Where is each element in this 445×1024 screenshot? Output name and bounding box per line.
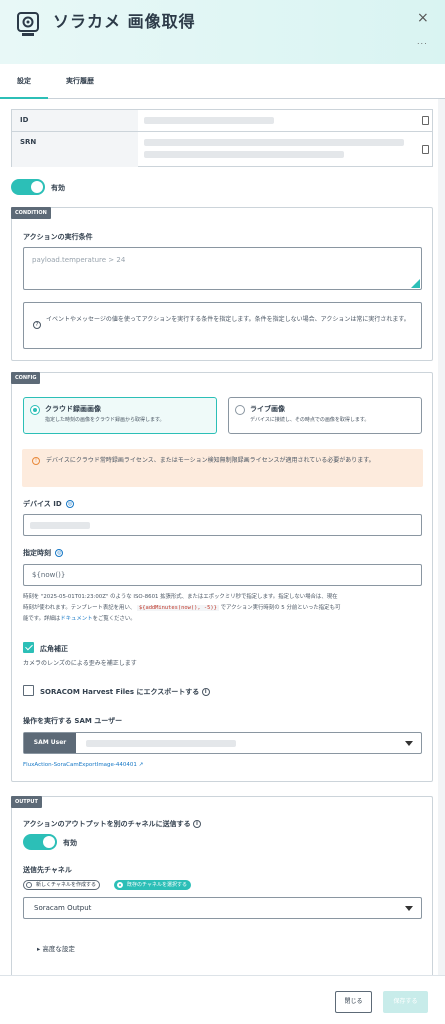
srn-label: SRN [12,132,138,167]
condition-help-box: ? イベントやメッセージの値を使ってアクションを実行する条件を指定します。条件を… [23,302,422,349]
sora-cam-icon[interactable]: ◎ [66,500,75,508]
sam-user-link[interactable]: FluxAction-SoraCamExportImage-440401 ↗ [23,762,143,768]
enabled-toggle[interactable] [11,179,45,195]
camera-icon [17,12,39,36]
info-icon[interactable]: i [201,688,210,696]
new-channel-radio [26,882,32,888]
condition-placeholder: payload.temperature > 24 [32,256,126,264]
close-button[interactable]: 閉じる [335,991,372,1013]
template-code: ${addMinutes(now(), -5)} [136,605,219,611]
new-channel-option[interactable]: 新しくチャネルを作成する [23,880,100,890]
id-label: ID [12,110,138,131]
sam-user-prefix: SAM User [24,733,76,753]
time-value: ${now()} [32,571,66,579]
external-link-icon: ↗ [138,762,144,768]
dialog-footer: 閉じる 保存する [0,975,445,1024]
time-help: 時刻を "2025-05-01T01:23:00Z" のような ISO-8601… [23,594,341,622]
srn-value [138,132,418,167]
save-button[interactable]: 保存する [383,991,428,1013]
chevron-down-icon [405,906,413,911]
wide-angle-desc: カメラのレンズのによる歪みを補正します [23,660,137,667]
condition-tag: CONDITION [11,207,51,219]
sam-user-select[interactable]: SAM User [23,732,422,754]
existing-channel-radio [117,882,123,888]
config-tag: CONFIG [11,372,41,384]
channel-label: 送信先チャネル [23,866,72,874]
cloud-desc: 指定した時刻の画像をクラウド録画から取得します。 [45,417,165,423]
output-enabled-label: 有効 [63,839,77,847]
id-value [138,110,418,131]
tab-history[interactable]: 実行履歴 [48,64,112,99]
chevron-down-icon [405,741,413,746]
wide-angle-checkbox[interactable] [23,642,34,653]
harvest-export-checkbox[interactable] [23,685,34,696]
channel-select[interactable]: Soracam Output [23,897,422,919]
chevron-right-icon: ▸ [37,945,41,953]
condition-textarea[interactable]: payload.temperature > 24 [23,247,422,290]
cloud-image-option[interactable]: クラウド録画画像 指定した時刻の画像をクラウド録画から取得します。 [23,397,217,434]
copy-srn-icon[interactable] [422,145,429,154]
live-desc: デバイスに接続し、その時点での画像を取得します。 [250,417,370,423]
license-warning: ! デバイスにクラウド常時録画ライセンス、またはモーション検知無制限録画ライセン… [22,449,423,487]
warning-text: デバイスにクラウド常時録画ライセンス、またはモーション検知無制限録画ライセンスが… [46,457,375,464]
condition-section: CONDITION アクションの実行条件 payload.temperature… [11,207,433,361]
dialog-title: ソラカメ 画像取得 [53,12,196,31]
tab-bar: 設定 実行履歴 [0,64,445,99]
config-section: CONFIG クラウド録画画像 指定した時刻の画像をクラウド録画から取得します。… [11,372,433,782]
copy-id-icon[interactable] [422,116,429,125]
device-id-label: デバイス ID ◎ [23,500,75,508]
tab-settings[interactable]: 設定 [0,64,48,99]
srn-row: SRN [12,132,432,167]
live-image-option[interactable]: ライブ画像 デバイスに接続し、その時点での画像を取得します。 [228,397,422,434]
more-icon[interactable]: ... [417,37,428,46]
id-row: ID [12,110,432,132]
docs-link[interactable]: ドキュメント [60,616,92,622]
output-tag: OUTPUT [11,796,42,808]
output-label: アクションのアウトプットを別のチャネルに送信する i [23,819,202,829]
help-icon: ? [33,321,41,329]
scrollbar[interactable] [438,99,445,975]
condition-help-text: イベントやメッセージの値を使ってアクションを実行する条件を指定します。条件を指定… [46,316,410,323]
advanced-settings-toggle[interactable]: ▸ 高度な設定 [37,943,75,953]
live-title: ライブ画像 [250,405,285,413]
channel-value: Soracam Output [34,904,92,912]
existing-channel-option[interactable]: 既存のチャネルを選択する [114,880,191,890]
close-icon[interactable]: × [417,10,429,26]
wide-angle-label: 広角補正 [40,645,68,653]
resize-handle-icon[interactable] [411,279,420,288]
sam-user-label: 操作を実行する SAM ユーザー [23,717,123,725]
output-toggle[interactable] [23,834,57,850]
time-info-icon[interactable]: ◎ [55,549,64,557]
condition-label: アクションの実行条件 [23,233,93,241]
enabled-label: 有効 [51,184,65,192]
time-input[interactable]: ${now()} [23,564,422,586]
device-id-input[interactable] [23,514,422,536]
time-label: 指定時刻 ◎ [23,549,64,557]
cloud-radio[interactable] [30,405,40,415]
harvest-export-label: SORACOM Harvest Files にエクスポートする i [40,687,210,697]
output-section: OUTPUT アクションのアウトプットを別のチャネルに送信する i 有効 送信先… [11,796,433,975]
cloud-title: クラウド録画画像 [45,405,101,413]
info-icon[interactable]: i [193,820,202,828]
live-radio[interactable] [235,405,245,415]
id-table: ID SRN [11,109,433,167]
warning-icon: ! [32,457,40,465]
dialog-header: ソラカメ 画像取得 × ... [0,0,445,64]
settings-panel: ID SRN 有効 CONDITION アクションの実行条件 payload.t… [0,99,445,975]
